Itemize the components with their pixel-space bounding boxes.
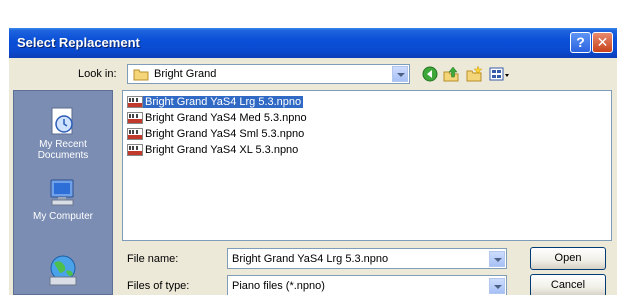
look-in-label: Look in:: [78, 68, 117, 80]
file-name-text: Bright Grand YaS4 Med 5.3.npno: [145, 112, 307, 124]
place-my-recent-documents[interactable]: My Recent Documents: [14, 105, 112, 161]
title-bar[interactable]: Select Replacement ? ✕: [9, 28, 617, 58]
close-button[interactable]: ✕: [592, 32, 613, 53]
files-of-type-label: Files of type:: [127, 280, 190, 292]
npno-file-icon: [127, 128, 143, 140]
file-list[interactable]: Bright Grand YaS4 Lrg 5.3.npno Bright Gr…: [122, 90, 612, 241]
file-name-value: Bright Grand YaS4 Lrg 5.3.npno: [232, 253, 389, 265]
npno-file-icon: [127, 112, 143, 124]
files-of-type-dropdown[interactable]: Piano files (*.npno): [227, 275, 507, 295]
select-replacement-dialog: Select Replacement ? ✕ Look in: Bright G…: [9, 28, 617, 295]
files-of-type-value: Piano files (*.npno): [232, 280, 325, 292]
computer-icon: [50, 179, 74, 206]
file-name-text: Bright Grand YaS4 XL 5.3.npno: [145, 144, 299, 156]
recent-documents-icon: [51, 107, 73, 135]
place-network-places[interactable]: [14, 253, 112, 289]
npno-file-icon: [127, 96, 143, 108]
close-icon: ✕: [596, 34, 609, 50]
look-in-dropdown[interactable]: Bright Grand: [127, 64, 410, 84]
dialog-title: Select Replacement: [17, 35, 140, 50]
places-bar: My Recent Documents My Computer: [13, 90, 113, 295]
file-name-input[interactable]: Bright Grand YaS4 Lrg 5.3.npno: [227, 248, 507, 269]
chevron-down-icon[interactable]: [392, 66, 408, 82]
back-icon[interactable]: [422, 66, 438, 82]
view-menu-icon[interactable]: [489, 66, 511, 82]
place-label: My Computer: [32, 211, 93, 222]
new-folder-icon[interactable]: [465, 66, 483, 82]
file-name-text: Bright Grand YaS4 Lrg 5.3.npno: [143, 96, 304, 108]
open-button[interactable]: Open: [530, 247, 606, 270]
file-name-text: Bright Grand YaS4 Sml 5.3.npno: [145, 128, 305, 140]
npno-file-icon: [127, 144, 143, 156]
place-label: My Recent Documents: [37, 139, 89, 161]
chevron-down-icon[interactable]: [489, 251, 505, 267]
network-places-icon: [49, 255, 77, 286]
chevron-down-icon[interactable]: [489, 278, 505, 294]
folder-icon: [133, 69, 149, 81]
place-my-computer[interactable]: My Computer: [14, 177, 112, 222]
file-name-label: File name:: [127, 253, 179, 265]
up-one-level-icon[interactable]: [442, 66, 460, 82]
help-icon: ?: [576, 34, 585, 50]
look-in-value: Bright Grand: [154, 68, 217, 80]
help-button[interactable]: ?: [570, 32, 591, 53]
cancel-button[interactable]: Cancel: [530, 274, 606, 295]
